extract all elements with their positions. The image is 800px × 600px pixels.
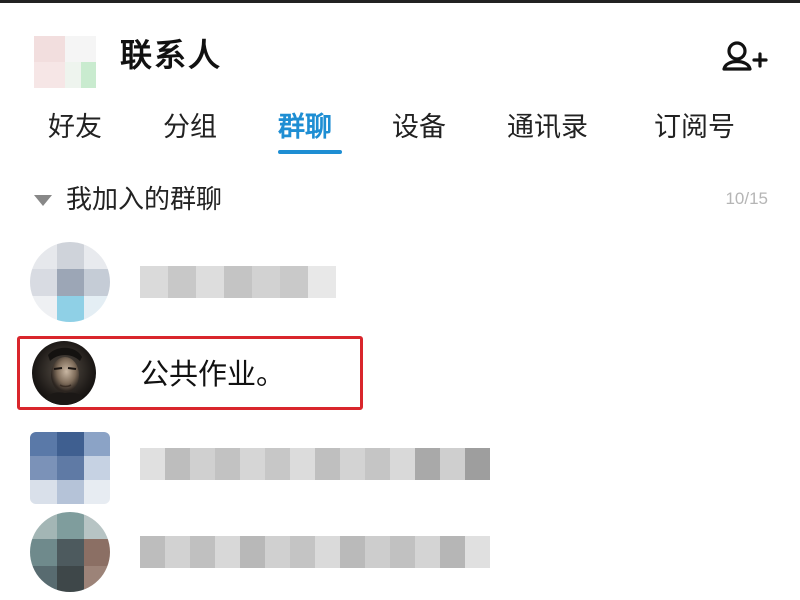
joined-groups-section-header[interactable]: 我加入的群聊 10/15 (0, 178, 800, 224)
list-item[interactable] (0, 508, 800, 594)
add-contact-icon (722, 41, 768, 71)
portrait-image (32, 341, 96, 405)
blurred-group-name (140, 448, 490, 480)
add-contact-button[interactable] (720, 39, 768, 79)
group-name[interactable]: 公共作业。 (140, 354, 285, 394)
tab-devices[interactable]: 设备 (392, 108, 446, 148)
section-title: 我加入的群聊 (66, 185, 223, 215)
header-bar: 联系人 (0, 3, 800, 88)
contacts-tabs: 好友 分组 群聊 设备 通讯录 订阅号 (0, 100, 800, 156)
tab-group-chats[interactable]: 群聊 (278, 108, 332, 148)
active-tab-indicator (278, 150, 342, 154)
page-title: 联系人 (120, 36, 223, 74)
section-count: 10/15 (725, 189, 768, 208)
group-avatar (30, 512, 110, 592)
tab-address-book[interactable]: 通讯录 (507, 108, 588, 148)
group-avatar[interactable] (32, 341, 96, 405)
caret-down-icon (34, 195, 52, 206)
list-item[interactable] (0, 420, 800, 506)
contacts-screen: 联系人 好友 分组 群聊 设备 通讯录 订阅号 我加入的群聊 10/15 公共作… (0, 0, 800, 600)
blurred-group-name (140, 266, 336, 298)
tab-groups[interactable]: 分组 (163, 108, 217, 148)
user-avatar[interactable] (34, 36, 96, 88)
tab-subscriptions[interactable]: 订阅号 (654, 108, 735, 148)
tab-friends[interactable]: 好友 (48, 108, 102, 148)
list-item[interactable] (0, 238, 800, 324)
blurred-group-name (140, 536, 490, 568)
group-avatar (30, 432, 110, 504)
group-avatar (30, 242, 110, 322)
